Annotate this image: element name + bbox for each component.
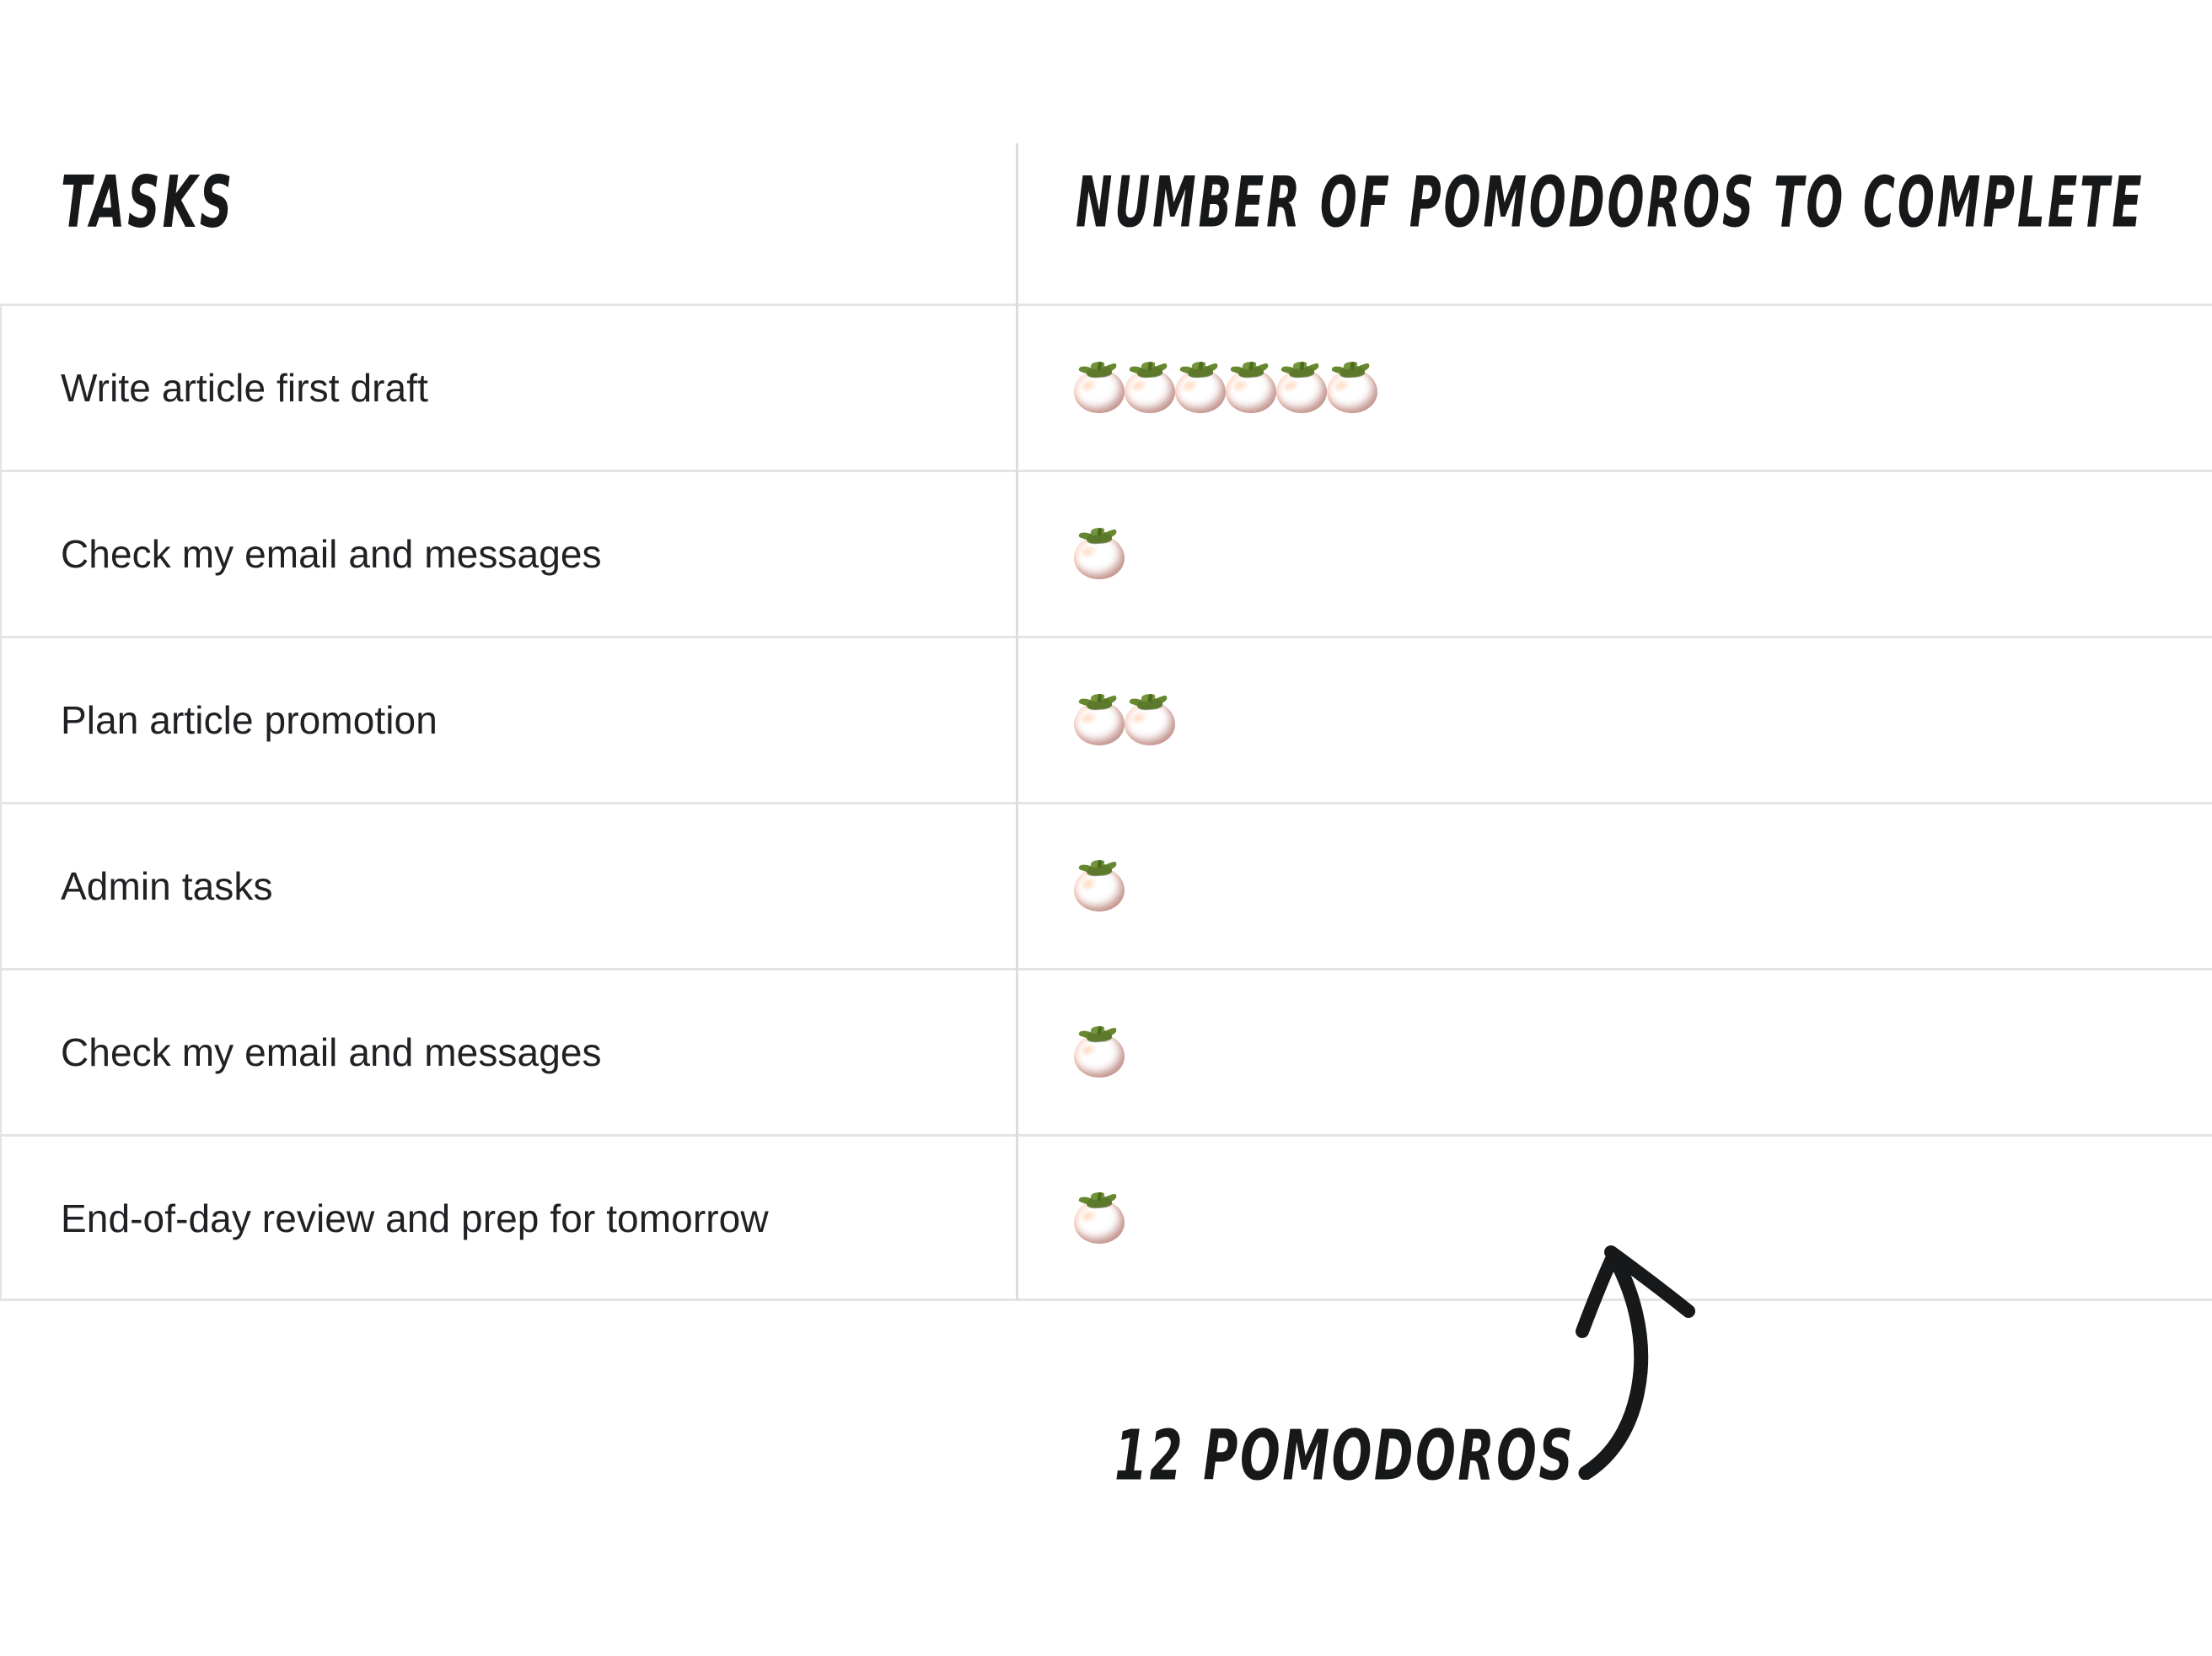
- table-row[interactable]: Admin tasks: [0, 802, 2212, 968]
- tomato-icon: [1325, 361, 1381, 414]
- pomodoro-count-cell: [1072, 1023, 1123, 1082]
- task-name: Write article first draft: [61, 366, 428, 410]
- pomodoro-count-cell: [1072, 857, 1123, 916]
- table-left-border: [0, 304, 2, 1298]
- table-row[interactable]: Plan article promotion: [0, 636, 2212, 802]
- table-row[interactable]: Check my email and messages: [0, 470, 2212, 636]
- column-divider: [1016, 143, 1018, 1300]
- table-row[interactable]: Write article first draft: [0, 304, 2212, 470]
- total-pomodoros-annotation: 12 POMODOROS: [1114, 1415, 1576, 1496]
- tomato-icon: [1275, 361, 1330, 414]
- tomato-icon: [1072, 527, 1128, 580]
- tasks-table: TASKS NUMBER OF POMODOROS TO COMPLETE Wr…: [0, 0, 2212, 1301]
- task-name: Plan article promotion: [61, 698, 438, 742]
- task-name: Check my email and messages: [61, 532, 602, 576]
- table-row[interactable]: End-of-day review and prep for tomorrow: [0, 1134, 2212, 1300]
- task-name: Check my email and messages: [61, 1030, 602, 1074]
- pomodoro-count-cell: [1072, 691, 1173, 750]
- tomato-icon: [1072, 693, 1128, 746]
- pomodoro-task-table-slide: TASKS NUMBER OF POMODOROS TO COMPLETE Wr…: [0, 0, 2212, 1656]
- tomato-icon: [1072, 1025, 1128, 1078]
- column-header-tasks: TASKS: [61, 160, 235, 245]
- tomato-icon: [1072, 859, 1128, 912]
- table-body: Write article first draft Check my email …: [0, 304, 2212, 1300]
- tomato-icon: [1072, 361, 1128, 414]
- table-row[interactable]: Check my email and messages: [0, 968, 2212, 1134]
- tomato-icon: [1123, 361, 1178, 414]
- tomato-icon: [1224, 361, 1280, 414]
- tomato-icon: [1072, 1191, 1128, 1245]
- table-header-row: TASKS NUMBER OF POMODOROS TO COMPLETE: [0, 0, 2212, 304]
- pomodoro-count-cell: [1072, 524, 1123, 583]
- table-bottom-border: [0, 1298, 2212, 1301]
- tomato-icon: [1123, 693, 1178, 746]
- pomodoro-count-cell: [1072, 358, 1376, 417]
- column-header-pomodoros: NUMBER OF POMODOROS TO COMPLETE: [1076, 162, 2145, 244]
- task-name: Admin tasks: [61, 864, 273, 908]
- tomato-icon: [1173, 361, 1229, 414]
- task-name: End-of-day review and prep for tomorrow: [61, 1196, 769, 1240]
- pomodoro-count-cell: [1072, 1189, 1123, 1248]
